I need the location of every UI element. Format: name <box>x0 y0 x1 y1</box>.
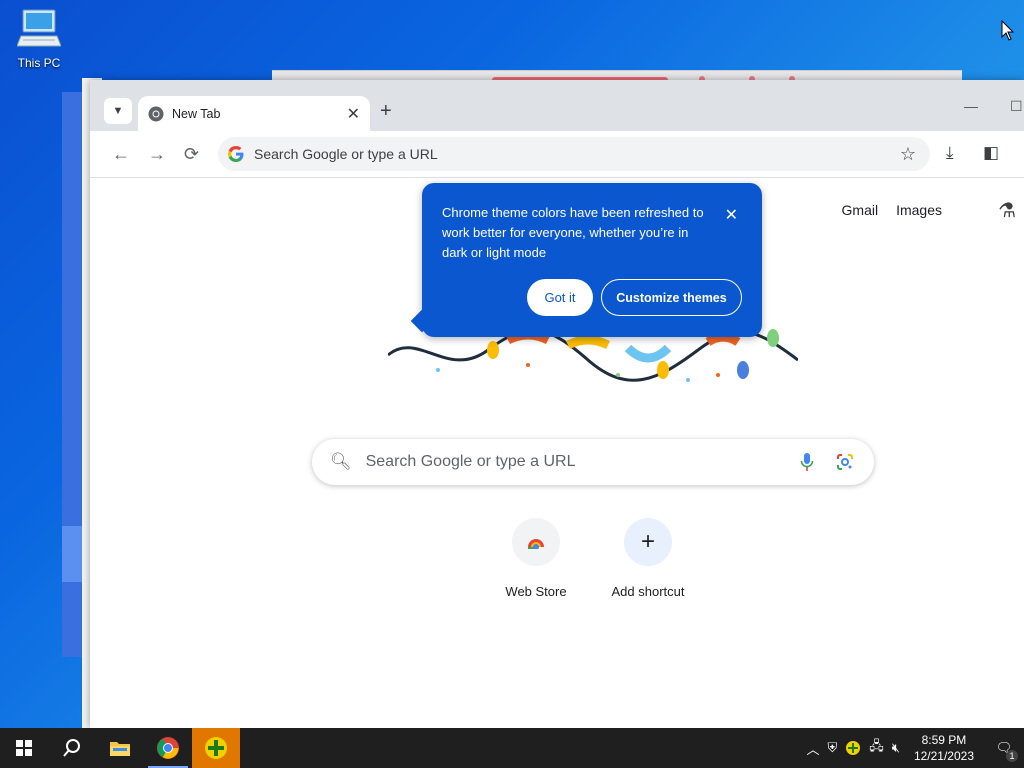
notification-center-button[interactable]: 🗨︎ 1 <box>984 728 1024 768</box>
chrome-icon <box>148 106 164 121</box>
close-icon[interactable]: ✕ <box>725 205 738 225</box>
security-icon[interactable]: ⛨ <box>827 740 837 756</box>
tab-title: New Tab <box>172 106 221 121</box>
omnibox[interactable]: Search Google or type a URL ☆ <box>218 137 930 171</box>
network-icon[interactable]: 🖧︎ <box>869 737 884 759</box>
theme-promo-bubble: Chrome theme colors have been refreshed … <box>422 183 762 337</box>
back-button[interactable]: ← <box>112 144 130 165</box>
shortcut-label: Add shortcut <box>611 584 685 599</box>
chrome-window: ▼ New Tab ✕ + — ☐ ← → ⟳ Search Google or <box>90 80 1024 728</box>
search-placeholder: Search Google or type a URL <box>365 453 576 470</box>
app-plus-icon <box>205 737 227 759</box>
reload-button[interactable]: ⟳ <box>184 144 199 165</box>
web-store-icon <box>512 518 560 566</box>
images-link[interactable]: Images <box>896 202 942 218</box>
chevron-down-icon: ▼ <box>112 105 124 117</box>
microphone-icon[interactable] <box>800 452 814 472</box>
desktop-icon-this-pc[interactable]: This PC <box>10 8 68 76</box>
start-button[interactable] <box>0 728 48 768</box>
tab-search-button[interactable]: ▼ <box>104 98 132 124</box>
promo-text: Chrome theme colors have been refreshed … <box>442 205 704 260</box>
computer-icon <box>16 8 62 50</box>
taskbar: ︿ ⛨ 🖧︎ 🔇︎ 8:59 PM 12/21/2023 🗨︎ 1 <box>0 728 1024 768</box>
top-links: Gmail Images <box>842 202 942 218</box>
clock[interactable]: 8:59 PM 12/21/2023 <box>914 732 974 764</box>
new-tab-button[interactable]: + <box>380 100 392 123</box>
taskbar-chrome[interactable] <box>144 728 192 768</box>
app-plus-icon[interactable] <box>845 740 861 756</box>
system-tray: ︿ ⛨ 🖧︎ 🔇︎ 8:59 PM 12/21/2023 🗨︎ 1 <box>802 728 1024 768</box>
shortcut-web-store[interactable]: Web Store <box>480 518 592 599</box>
chevron-up-icon[interactable]: ︿ <box>806 739 819 758</box>
taskbar-app-plus[interactable] <box>192 728 240 768</box>
chrome-icon <box>157 737 179 759</box>
shortcut-label: Web Store <box>505 584 567 599</box>
title-bar: ▼ New Tab ✕ + — ☐ <box>90 80 1024 131</box>
gmail-link[interactable]: Gmail <box>842 202 879 218</box>
volume-muted-icon[interactable]: 🔇︎ <box>892 740 900 756</box>
taskbar-search-button[interactable] <box>48 728 96 768</box>
google-g-icon <box>228 146 244 162</box>
clock-time: 8:59 PM <box>921 733 967 747</box>
got-it-button[interactable]: Got it <box>527 279 593 316</box>
bookmark-star-icon[interactable]: ☆ <box>900 144 916 165</box>
notification-count-badge: 1 <box>1006 750 1018 762</box>
omnibox-placeholder: Search Google or type a URL <box>254 146 438 162</box>
search-icon: 🔍︎ <box>330 452 352 471</box>
start-icon <box>16 740 32 756</box>
side-panel-icon[interactable]: ◧ <box>983 143 999 163</box>
minimize-button[interactable]: — <box>964 98 978 114</box>
file-explorer-icon <box>110 742 130 756</box>
customize-themes-button[interactable]: Customize themes <box>601 279 742 316</box>
tab-new-tab[interactable]: New Tab ✕ <box>138 96 370 131</box>
google-lens-icon[interactable] <box>836 453 854 471</box>
forward-button[interactable]: → <box>148 144 166 165</box>
mouse-cursor-icon <box>1001 20 1015 41</box>
desktop-icon-label: This PC <box>17 56 61 70</box>
toolbar: ← → ⟳ Search Google or type a URL ☆ ⤓ ◧ <box>90 131 1024 178</box>
close-tab-icon[interactable]: ✕ <box>347 104 360 124</box>
maximize-button[interactable]: ☐ <box>1010 98 1023 115</box>
plus-icon: + <box>624 518 672 566</box>
taskbar-file-explorer[interactable] <box>96 728 144 768</box>
labs-flask-icon[interactable]: ⚗ <box>998 198 1016 223</box>
clock-date: 12/21/2023 <box>913 749 974 763</box>
shortcut-add[interactable]: + Add shortcut <box>592 518 704 599</box>
search-box[interactable]: 🔍︎ Search Google or type a URL <box>312 439 874 485</box>
search-icon <box>63 739 80 757</box>
download-icon[interactable]: ⤓ <box>946 143 954 163</box>
